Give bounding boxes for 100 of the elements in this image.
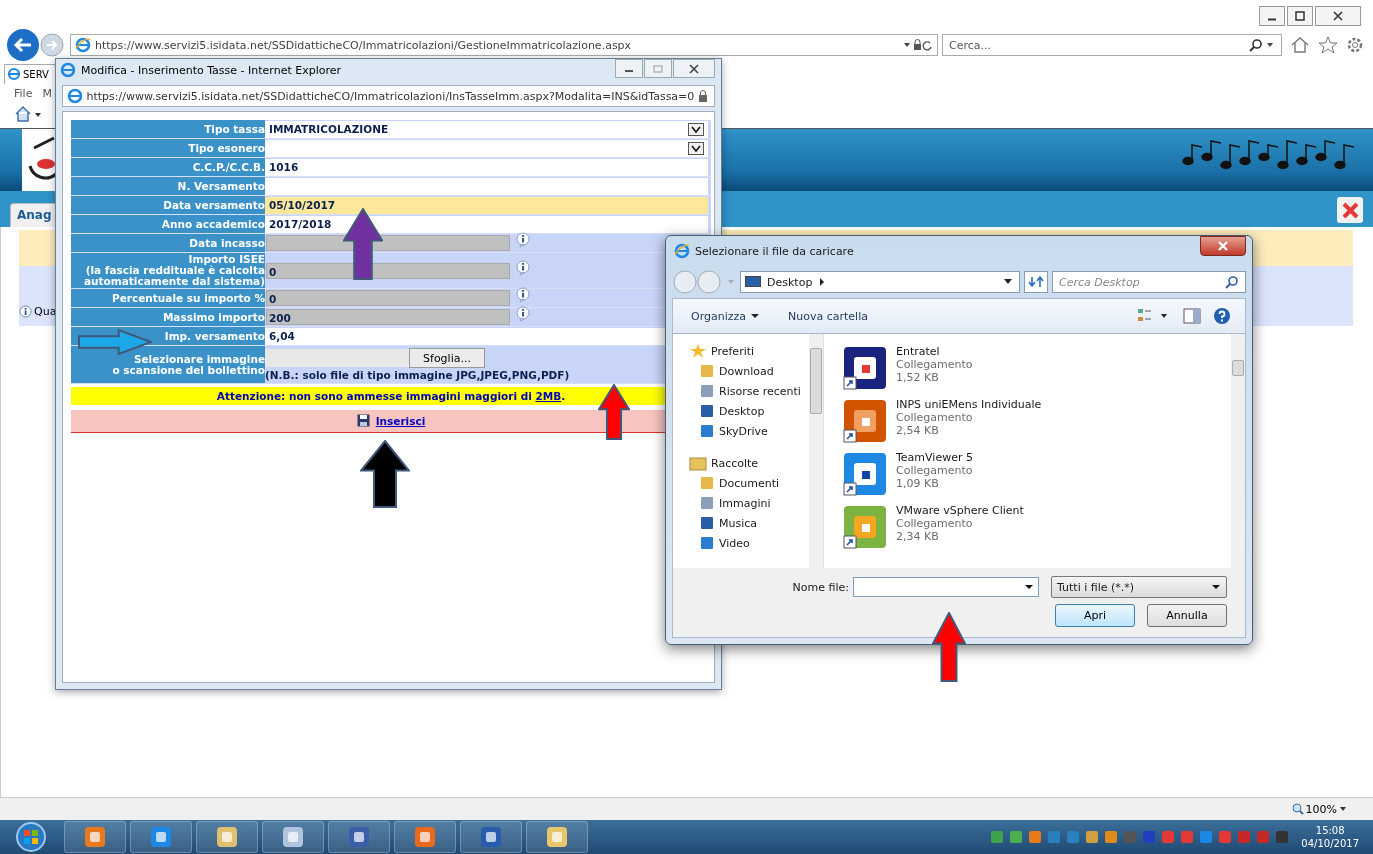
search-field[interactable]: Cerca... — [942, 34, 1282, 56]
readonly-field: 0 — [266, 290, 510, 306]
location-icon — [699, 363, 715, 379]
tray-icon[interactable] — [989, 829, 1006, 845]
ie-logo-icon — [60, 62, 76, 78]
close-icon — [689, 63, 699, 74]
clock[interactable]: 15:08 04/10/2017 — [1301, 824, 1359, 850]
size-link[interactable]: 2MB — [535, 390, 562, 402]
nav-item[interactable]: Risorse recenti — [689, 382, 809, 400]
nav-item[interactable]: Download — [689, 362, 809, 380]
location-bar[interactable]: Desktop — [740, 271, 1020, 293]
nav-item[interactable]: SkyDrive — [689, 422, 809, 440]
settings-icon[interactable] — [1346, 36, 1364, 54]
taskbar-app-icon[interactable] — [526, 821, 588, 853]
filename-label: Nome file: — [792, 580, 849, 594]
info-icon[interactable] — [516, 232, 532, 248]
file-type-select[interactable]: Tutti i file (*.*) — [1051, 576, 1227, 598]
location-icon — [699, 423, 715, 439]
desktop-shortcut[interactable]: Entratel Collegamento 1,52 KB — [842, 345, 1231, 391]
nav-item[interactable]: Musica — [689, 514, 809, 532]
taskbar-app-icon[interactable] — [262, 821, 324, 853]
preview-pane-icon[interactable] — [1183, 308, 1201, 324]
ie-logo-icon — [67, 88, 83, 104]
input-field[interactable] — [265, 177, 708, 195]
field-label: Tipo tassa — [71, 120, 265, 138]
refresh-button[interactable] — [1024, 271, 1048, 293]
input-field[interactable]: 1016 — [265, 158, 708, 176]
zoom-control[interactable]: 100% — [1291, 802, 1347, 816]
taskbar-app-icon[interactable] — [328, 821, 390, 853]
tray-icon[interactable] — [1179, 829, 1196, 845]
forward-button[interactable] — [40, 33, 64, 57]
tray-icon[interactable] — [1274, 829, 1291, 845]
taskbar-app-icon[interactable] — [196, 821, 258, 853]
browser-tab[interactable]: SERV — [4, 64, 58, 84]
home-dropdown-icon[interactable] — [14, 105, 42, 123]
tray-icon[interactable] — [1198, 829, 1215, 845]
input-field[interactable]: 05/10/2017 — [265, 196, 708, 214]
close-icon[interactable] — [1337, 197, 1363, 223]
desktop-shortcut[interactable]: INPS uniEMens Individuale Collegamento 2,54 KB — [842, 398, 1231, 444]
scrollbar[interactable] — [1231, 334, 1245, 568]
desktop-shortcut[interactable]: VMware vSphere Client Collegamento 2,34 KB — [842, 504, 1231, 550]
taskbar-app-icon[interactable] — [394, 821, 456, 853]
info-icon[interactable] — [516, 306, 532, 322]
nav-group-item[interactable]: Preferiti — [689, 342, 809, 360]
info-icon[interactable] — [516, 259, 532, 276]
tray-icon[interactable] — [1046, 829, 1063, 845]
minimize-icon — [1267, 17, 1277, 21]
filename-field[interactable] — [853, 577, 1039, 597]
dialog-title: Selezionare il file da caricare — [695, 244, 854, 258]
menu-item[interactable]: M — [42, 86, 52, 100]
insert-link[interactable]: Inserisci — [375, 414, 426, 427]
info-icon[interactable] — [516, 287, 532, 303]
file-input[interactable] — [265, 349, 409, 367]
search-field[interactable]: Cerca Desktop — [1052, 271, 1246, 293]
nav-item[interactable]: Immagini — [689, 494, 809, 512]
tray-icon[interactable] — [1008, 829, 1025, 845]
select-field[interactable] — [265, 139, 708, 157]
desktop-icon — [745, 276, 761, 288]
tray-icon[interactable] — [1084, 829, 1101, 845]
new-folder-button[interactable]: Nuova cartella — [788, 309, 868, 323]
back-forward-buttons-icon[interactable] — [672, 269, 736, 295]
ie-logo-icon — [674, 243, 690, 259]
taskbar-app-icon[interactable] — [64, 821, 126, 853]
tray-icon[interactable] — [1103, 829, 1120, 845]
location-icon — [699, 475, 715, 491]
caret-icon — [750, 313, 761, 319]
minimize-button[interactable] — [615, 59, 643, 78]
nav-item[interactable]: Video — [689, 534, 809, 552]
address-bar[interactable]: https://www.servizi5.isidata.net/SSDidatticheCO/Immatricolazioni/InsTasseImm.aspx?Modalita=INS&idTassa=0 — [62, 85, 715, 107]
organize-menu[interactable]: Organizza — [691, 309, 761, 323]
desktop-shortcut[interactable]: TeamViewer 5 Collegamento 1,09 KB — [842, 451, 1231, 497]
tray-icon[interactable] — [1217, 829, 1234, 845]
tray-icon[interactable] — [1160, 829, 1177, 845]
search-icon — [1249, 38, 1275, 52]
star-icon[interactable] — [1318, 36, 1338, 54]
home-icon[interactable] — [1290, 36, 1310, 54]
minimize-button[interactable] — [1259, 6, 1285, 26]
nav-item[interactable]: Documenti — [689, 474, 809, 492]
caret-icon — [1211, 584, 1221, 590]
menu-item[interactable]: File — [14, 86, 33, 100]
taskbar-app-icon[interactable] — [460, 821, 522, 853]
address-bar[interactable]: https://www.servizi5.isidata.net/SSDidatticheCO/Immatricolazioni/GestioneImmatricolazione.aspx — [70, 34, 938, 56]
field-label: Tipo esonero — [71, 139, 265, 157]
input-field[interactable]: 2017/2018 — [265, 215, 708, 233]
help-icon[interactable] — [1213, 307, 1231, 325]
back-button[interactable] — [6, 28, 40, 62]
taskbar-app-icon[interactable] — [130, 821, 192, 853]
nav-group-item[interactable]: Raccolte — [689, 454, 809, 472]
clock-time: 15:08 — [1315, 824, 1345, 837]
cancel-button[interactable]: Annulla — [1147, 604, 1227, 627]
caret-icon — [1024, 584, 1034, 590]
select-field[interactable]: IMMATRICOLAZIONE — [265, 120, 708, 138]
tray-icon[interactable] — [1027, 829, 1044, 845]
nav-item[interactable]: Desktop — [689, 402, 809, 420]
scrollbar[interactable] — [809, 334, 823, 568]
close-button[interactable] — [1200, 236, 1246, 256]
tray-icon[interactable] — [1065, 829, 1082, 845]
open-button[interactable]: Apri — [1055, 604, 1135, 627]
browse-button[interactable]: Sfoglia... — [409, 348, 485, 368]
maximize-button[interactable] — [1287, 6, 1313, 26]
